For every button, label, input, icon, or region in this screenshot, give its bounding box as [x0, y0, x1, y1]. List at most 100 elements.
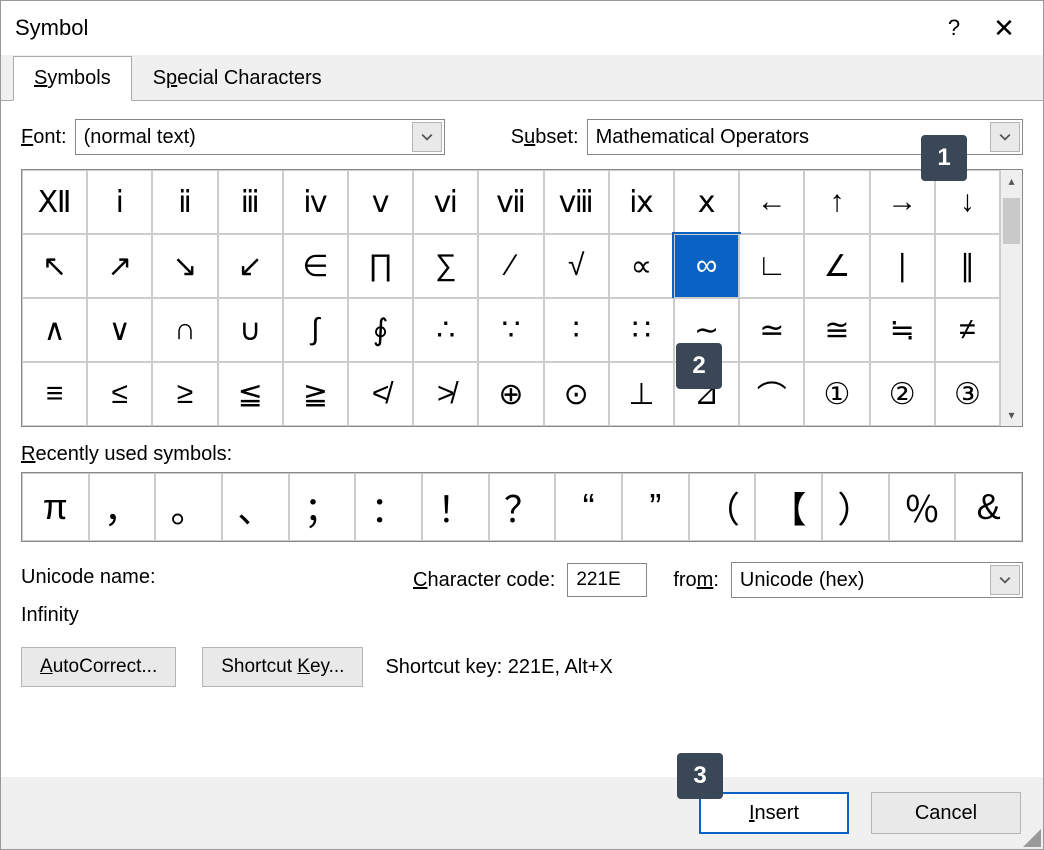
- recent-symbol-cell[interactable]: &: [955, 473, 1022, 541]
- callout-3: 3: [677, 753, 723, 799]
- symbol-cell[interactable]: ⊙: [544, 362, 609, 426]
- symbol-cell[interactable]: ∠: [804, 234, 869, 298]
- recent-symbol-cell[interactable]: ％: [889, 473, 956, 541]
- symbol-cell[interactable]: ≥: [152, 362, 217, 426]
- scrollbar[interactable]: ▴ ▾: [1000, 170, 1022, 426]
- recent-symbol-cell[interactable]: 。: [155, 473, 222, 541]
- symbol-cell[interactable]: ←: [739, 170, 804, 234]
- symbol-cell[interactable]: ③: [935, 362, 1000, 426]
- symbol-cell[interactable]: ≅: [804, 298, 869, 362]
- tab-special-characters[interactable]: Special Characters: [132, 56, 343, 100]
- scroll-up-icon[interactable]: ▴: [1001, 170, 1022, 192]
- symbol-cell[interactable]: ∑: [413, 234, 478, 298]
- symbol-cell[interactable]: √: [544, 234, 609, 298]
- symbol-cell[interactable]: ⊕: [478, 362, 543, 426]
- symbol-cell[interactable]: ⅱ: [152, 170, 217, 234]
- symbol-cell[interactable]: ∩: [152, 298, 217, 362]
- symbol-cell[interactable]: ≠: [935, 298, 1000, 362]
- symbol-cell[interactable]: ≒: [870, 298, 935, 362]
- recent-symbol-cell[interactable]: π: [22, 473, 89, 541]
- symbol-cell[interactable]: ⅲ: [218, 170, 283, 234]
- symbol-cell[interactable]: ≃: [739, 298, 804, 362]
- symbol-cell[interactable]: Ⅻ: [22, 170, 87, 234]
- symbol-dialog: Symbol ? ✕ Symbols Special Characters Fo…: [0, 0, 1044, 850]
- symbol-cell[interactable]: ≡: [22, 362, 87, 426]
- tab-bar: Symbols Special Characters: [1, 55, 1043, 101]
- recent-symbol-cell[interactable]: 【: [755, 473, 822, 541]
- recent-symbol-cell[interactable]: （: [689, 473, 756, 541]
- symbol-cell[interactable]: ⌒: [739, 362, 804, 426]
- symbol-cell[interactable]: ⊥: [609, 362, 674, 426]
- symbol-cell[interactable]: ⅶ: [478, 170, 543, 234]
- recent-symbol-cell[interactable]: ；: [289, 473, 356, 541]
- symbol-cell[interactable]: ≮: [348, 362, 413, 426]
- symbol-cell[interactable]: ∶: [544, 298, 609, 362]
- symbol-cell[interactable]: ↗: [87, 234, 152, 298]
- symbol-cell[interactable]: ⅵ: [413, 170, 478, 234]
- symbol-cell[interactable]: ∏: [348, 234, 413, 298]
- symbol-cell[interactable]: ∣: [870, 234, 935, 298]
- symbol-cell[interactable]: ⅹ: [674, 170, 739, 234]
- from-dropdown[interactable]: Unicode (hex): [731, 562, 1023, 598]
- symbol-cell[interactable]: ∥: [935, 234, 1000, 298]
- symbol-cell[interactable]: ∨: [87, 298, 152, 362]
- font-dropdown[interactable]: (normal text): [75, 119, 445, 155]
- tab-symbols[interactable]: Symbols: [13, 56, 132, 101]
- symbol-cell[interactable]: ∟: [739, 234, 804, 298]
- symbol-cell[interactable]: ∝: [609, 234, 674, 298]
- unicode-name-value: Infinity: [21, 604, 401, 627]
- symbol-cell[interactable]: ∮: [348, 298, 413, 362]
- symbol-grid[interactable]: Ⅻⅰⅱⅲⅳⅴⅵⅶⅷⅸⅹ←↑→↓↖↗↘↙∈∏∑∕√∝∞∟∠∣∥∧∨∩∪∫∮∴∵∶∷…: [22, 170, 1000, 426]
- resize-grip[interactable]: [1023, 829, 1041, 847]
- symbol-cell[interactable]: ≦: [218, 362, 283, 426]
- from-label: from:: [673, 569, 719, 592]
- symbol-cell[interactable]: ∪: [218, 298, 283, 362]
- symbol-cell[interactable]: ∷: [609, 298, 674, 362]
- recent-symbol-cell[interactable]: ！: [422, 473, 489, 541]
- symbol-cell[interactable]: ∕: [478, 234, 543, 298]
- symbol-cell[interactable]: ①: [804, 362, 869, 426]
- symbol-cell[interactable]: ∴: [413, 298, 478, 362]
- recent-symbol-cell[interactable]: “: [555, 473, 622, 541]
- symbol-cell[interactable]: ②: [870, 362, 935, 426]
- recent-symbol-cell[interactable]: ：: [355, 473, 422, 541]
- symbol-cell[interactable]: ↖: [22, 234, 87, 298]
- character-code-label: Character code:: [413, 569, 555, 592]
- insert-button[interactable]: Insert: [699, 792, 849, 834]
- recent-symbol-cell[interactable]: ”: [622, 473, 689, 541]
- recent-symbols-grid[interactable]: π，。、；：！？“”（【）％&: [21, 472, 1023, 542]
- symbol-cell[interactable]: ∈: [283, 234, 348, 298]
- symbol-cell[interactable]: ↘: [152, 234, 217, 298]
- help-button[interactable]: ?: [929, 10, 979, 46]
- recent-symbol-cell[interactable]: 、: [222, 473, 289, 541]
- symbol-cell[interactable]: ≯: [413, 362, 478, 426]
- symbol-cell[interactable]: ⅳ: [283, 170, 348, 234]
- recent-label: Recently used symbols:: [21, 443, 1023, 466]
- autocorrect-button[interactable]: AutoCorrect...: [21, 647, 176, 687]
- recent-symbol-cell[interactable]: ？: [489, 473, 556, 541]
- character-code-input[interactable]: 221E: [567, 563, 647, 597]
- symbol-cell[interactable]: ≤: [87, 362, 152, 426]
- symbol-cell[interactable]: ⅴ: [348, 170, 413, 234]
- recent-symbol-cell[interactable]: ）: [822, 473, 889, 541]
- font-label: Font:: [21, 126, 67, 149]
- shortcut-key-button[interactable]: Shortcut Key...: [202, 647, 363, 687]
- close-button[interactable]: ✕: [979, 10, 1029, 46]
- cancel-button[interactable]: Cancel: [871, 792, 1021, 834]
- symbol-cell[interactable]: ≧: [283, 362, 348, 426]
- recent-symbol-cell[interactable]: ，: [89, 473, 156, 541]
- symbol-cell[interactable]: ∵: [478, 298, 543, 362]
- shortcut-info: Shortcut key: 221E, Alt+X: [385, 656, 612, 679]
- symbol-cell[interactable]: ⅸ: [609, 170, 674, 234]
- symbol-cell[interactable]: ∞: [674, 234, 739, 298]
- button-bar: Insert Cancel: [1, 777, 1043, 849]
- symbol-cell[interactable]: ∧: [22, 298, 87, 362]
- scroll-thumb[interactable]: [1003, 198, 1020, 244]
- symbol-cell[interactable]: ∫: [283, 298, 348, 362]
- symbol-cell[interactable]: ↙: [218, 234, 283, 298]
- scroll-down-icon[interactable]: ▾: [1001, 404, 1022, 426]
- symbol-cell[interactable]: ⅰ: [87, 170, 152, 234]
- window-title: Symbol: [15, 15, 929, 41]
- symbol-cell[interactable]: ↑: [804, 170, 869, 234]
- symbol-cell[interactable]: ⅷ: [544, 170, 609, 234]
